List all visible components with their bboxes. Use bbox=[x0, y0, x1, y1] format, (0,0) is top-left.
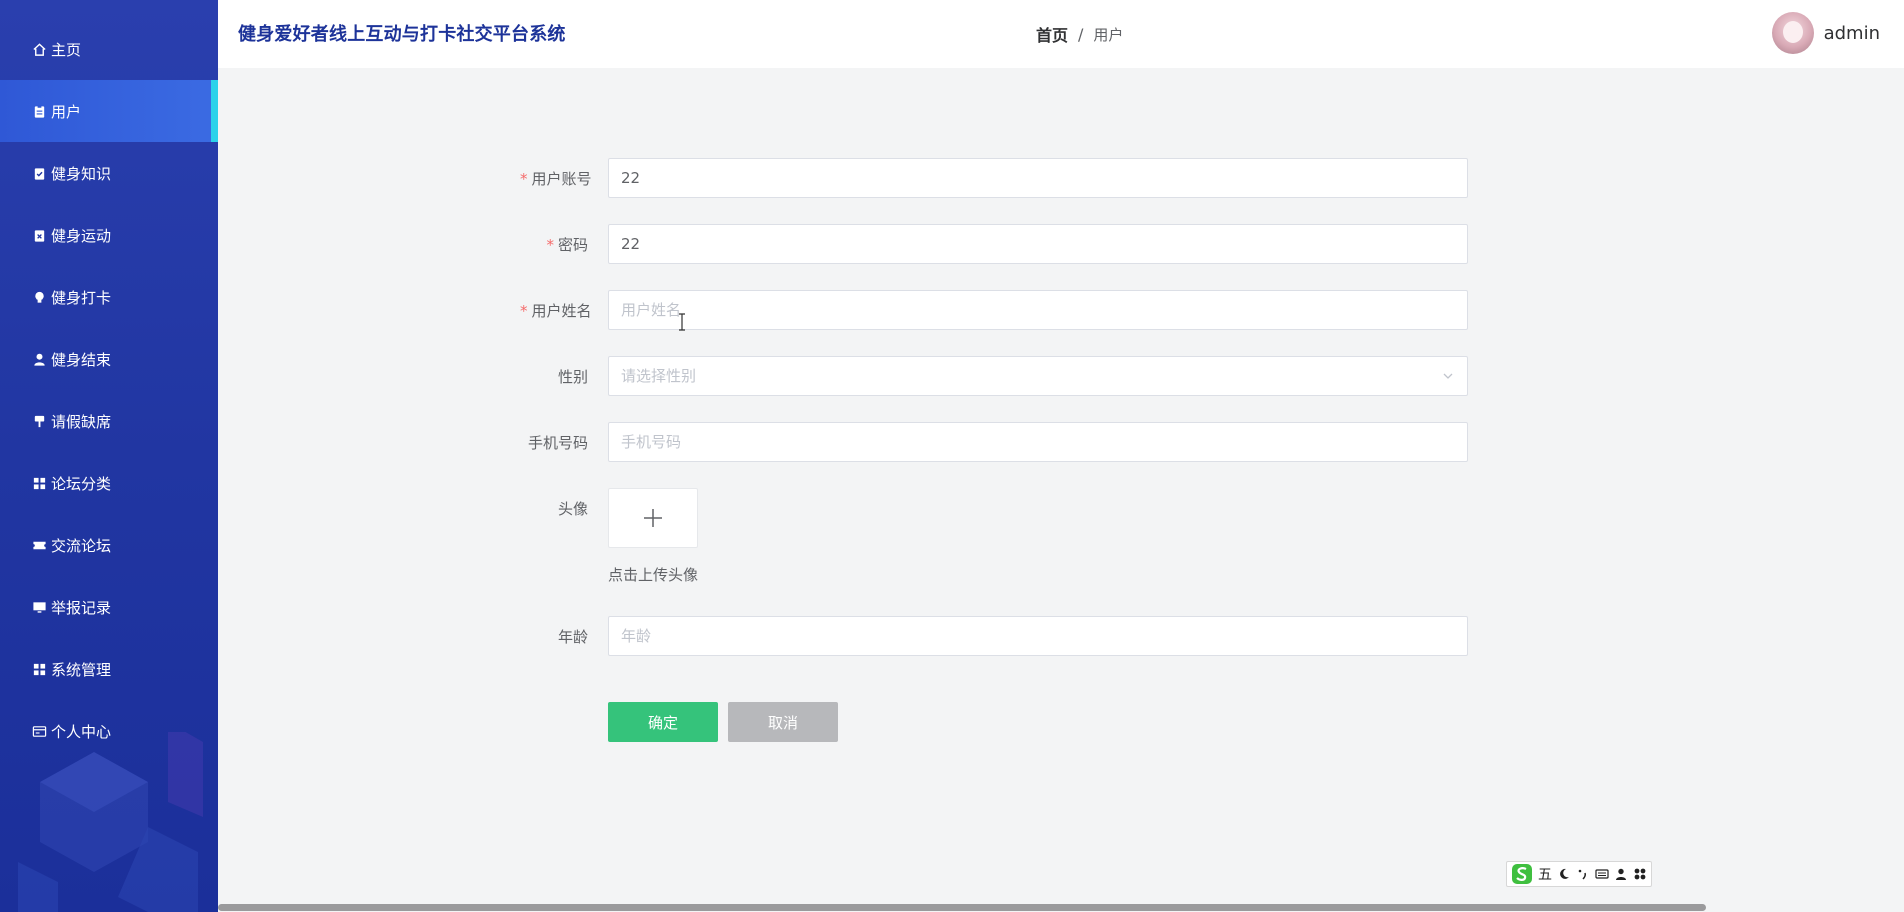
horizontal-scrollbar[interactable] bbox=[218, 903, 1904, 912]
breadcrumb-separator: / bbox=[1078, 24, 1084, 44]
sidebar-item-label: 交流论坛 bbox=[51, 536, 112, 555]
scrollbar-thumb[interactable] bbox=[218, 904, 1706, 911]
avatar[interactable] bbox=[1771, 12, 1814, 54]
form-row-account: * 用户账号 bbox=[520, 158, 1470, 198]
required-mark: * bbox=[520, 169, 528, 188]
sidebar-item-label: 用户 bbox=[51, 102, 82, 121]
punctuation-icon[interactable] bbox=[1576, 867, 1590, 881]
sidebar-item-personal-center[interactable]: 个人中心 bbox=[0, 700, 218, 762]
sidebar-item-fitness-knowledge[interactable]: 健身知识 bbox=[0, 142, 218, 204]
account-input[interactable] bbox=[608, 158, 1468, 198]
breadcrumb-current: 用户 bbox=[1093, 25, 1124, 44]
required-mark: * bbox=[546, 235, 554, 254]
age-label: 年龄 bbox=[557, 627, 588, 646]
required-mark: * bbox=[520, 301, 528, 320]
plus-icon bbox=[644, 509, 662, 527]
username[interactable]: admin bbox=[1824, 23, 1880, 44]
avatar-label: 头像 bbox=[557, 500, 588, 518]
ime-mode[interactable]: 五 bbox=[1538, 864, 1552, 884]
form-row-age: 年龄 bbox=[520, 616, 1470, 656]
sidebar-item-system-management[interactable]: 系统管理 bbox=[0, 638, 218, 700]
top-header: 健身爱好者线上互动与打卡社交平台系统 首页 / 用户 admin bbox=[218, 0, 1904, 68]
sidebar-item-label: 主页 bbox=[51, 40, 82, 59]
avatar-upload-button[interactable] bbox=[608, 488, 698, 548]
app-title: 健身爱好者线上互动与打卡社交平台系统 bbox=[238, 24, 566, 45]
clipboard-check-icon bbox=[32, 166, 47, 181]
grid-icon bbox=[32, 662, 47, 677]
paint-roller-icon bbox=[32, 414, 47, 429]
ticket-icon bbox=[32, 538, 47, 553]
confirm-button[interactable]: 确定 bbox=[608, 702, 718, 742]
phone-input[interactable] bbox=[608, 422, 1468, 462]
form-row-name: * 用户姓名 bbox=[520, 290, 1470, 330]
ime-toolbar[interactable]: 五 bbox=[1506, 861, 1652, 887]
home-icon bbox=[32, 42, 47, 57]
user-icon[interactable] bbox=[1614, 867, 1628, 881]
sidebar-item-forum-category[interactable]: 论坛分类 bbox=[0, 452, 218, 514]
breadcrumb-home[interactable]: 首页 bbox=[1036, 22, 1068, 46]
clipboard-icon bbox=[32, 104, 47, 119]
cancel-button[interactable]: 取消 bbox=[728, 702, 838, 742]
sidebar-item-label: 健身结束 bbox=[51, 350, 112, 369]
name-label: * 用户姓名 bbox=[520, 301, 592, 320]
keyboard-icon[interactable] bbox=[1595, 867, 1609, 881]
sidebar: 主页 用户 健身知识 健身运动 健身打卡 健身结束 请假缺席 论坛分类 交流论坛… bbox=[0, 0, 218, 912]
account-label: * 用户账号 bbox=[520, 169, 592, 188]
id-card-icon bbox=[32, 724, 47, 739]
sidebar-item-fitness-checkin[interactable]: 健身打卡 bbox=[0, 266, 218, 328]
clipboard-x-icon bbox=[32, 228, 47, 243]
sidebar-item-forum[interactable]: 交流论坛 bbox=[0, 514, 218, 576]
user-menu[interactable]: admin bbox=[1771, 12, 1880, 54]
form-row-gender: 性别 bbox=[520, 356, 1470, 396]
sidebar-item-users[interactable]: 用户 bbox=[0, 80, 218, 142]
sidebar-item-label: 请假缺席 bbox=[51, 412, 112, 431]
phone-label: 手机号码 bbox=[527, 433, 588, 452]
sidebar-item-report-records[interactable]: 举报记录 bbox=[0, 576, 218, 638]
gender-label: 性别 bbox=[557, 367, 588, 386]
chevron-down-icon bbox=[1443, 373, 1453, 379]
form-actions: 确定 取消 bbox=[520, 702, 1470, 742]
name-input[interactable] bbox=[608, 290, 1468, 330]
sidebar-item-label: 个人中心 bbox=[51, 722, 112, 741]
gender-select-input[interactable] bbox=[608, 356, 1468, 396]
sogou-logo-icon bbox=[1512, 864, 1532, 884]
monitor-icon bbox=[32, 600, 47, 615]
sidebar-item-label: 健身打卡 bbox=[51, 288, 112, 307]
breadcrumb: 首页 / 用户 bbox=[1036, 22, 1123, 46]
user-icon bbox=[32, 352, 47, 367]
sidebar-item-fitness-exercise[interactable]: 健身运动 bbox=[0, 204, 218, 266]
bulb-icon bbox=[32, 290, 47, 305]
password-input[interactable] bbox=[608, 224, 1468, 264]
age-input[interactable] bbox=[608, 616, 1468, 656]
avatar-upload-tip: 点击上传头像 bbox=[608, 566, 699, 584]
moon-icon[interactable] bbox=[1557, 867, 1571, 881]
sidebar-item-home[interactable]: 主页 bbox=[0, 18, 218, 80]
sidebar-item-fitness-end[interactable]: 健身结束 bbox=[0, 328, 218, 390]
sidebar-item-label: 系统管理 bbox=[51, 660, 112, 679]
gender-select[interactable] bbox=[608, 356, 1468, 396]
form-row-password: * 密码 bbox=[520, 224, 1470, 264]
password-label: * 密码 bbox=[546, 235, 588, 254]
sidebar-item-label: 论坛分类 bbox=[51, 474, 112, 493]
grid-icon bbox=[32, 476, 47, 491]
sidebar-item-label: 健身知识 bbox=[51, 164, 112, 183]
text-cursor-icon bbox=[679, 313, 685, 331]
form-row-phone: 手机号码 bbox=[520, 422, 1470, 462]
sidebar-item-leave-absence[interactable]: 请假缺席 bbox=[0, 390, 218, 452]
sidebar-item-label: 健身运动 bbox=[51, 226, 112, 245]
apps-icon[interactable] bbox=[1633, 867, 1647, 881]
form-row-avatar: 头像 点击上传头像 bbox=[520, 488, 1470, 588]
sidebar-item-label: 举报记录 bbox=[51, 598, 112, 617]
